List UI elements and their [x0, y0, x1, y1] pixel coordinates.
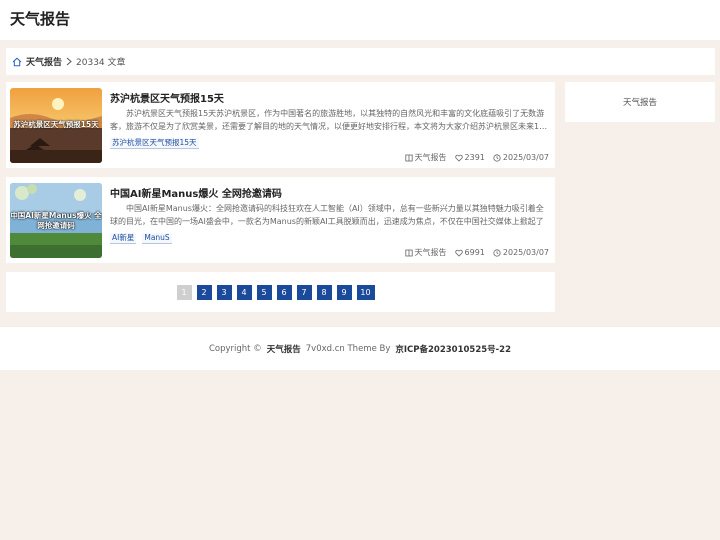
post-title[interactable]: 中国AI新星Manus爆火 全网抢邀请码: [110, 185, 282, 200]
site-header: 天气报告: [0, 0, 720, 40]
page-7[interactable]: 7: [296, 284, 312, 300]
post-excerpt: 中国AI新星Manus爆火：全网抢邀请码的科技狂欢在人工智能（AI）领域中，总有…: [110, 204, 544, 226]
post-likes: 2391: [454, 153, 485, 162]
footer-theme-credit[interactable]: 7v0xd.cn Theme By: [306, 344, 391, 354]
likes-count: 2391: [464, 153, 485, 162]
breadcrumb-home-link[interactable]: 天气报告: [26, 55, 62, 68]
likes-count: 6991: [464, 248, 485, 257]
sidebar-widget: 天气报告: [565, 82, 715, 122]
thumbnail-caption: 苏沪杭景区天气预报15天: [13, 120, 99, 129]
post-thumbnail[interactable]: 苏沪杭景区天气预报15天: [10, 88, 102, 163]
chevron-right-icon: [66, 57, 72, 66]
page-1: 1: [176, 284, 192, 300]
thumbnail-caption: 中国AI新星Manus爆火 全网抢邀请码: [10, 211, 102, 230]
home-icon[interactable]: [12, 57, 22, 67]
clock-icon: [493, 248, 501, 257]
page-3[interactable]: 3: [216, 284, 232, 300]
post-likes: 6991: [454, 248, 485, 257]
breadcrumb: 天气报告 20334 文章: [6, 48, 715, 75]
tag-link[interactable]: 苏沪杭景区天气预报15天: [110, 138, 199, 149]
post-title[interactable]: 苏沪杭景区天气预报15天: [110, 90, 224, 105]
category-icon: [404, 249, 413, 256]
post-meta: 天气报告 2391 2025/03/07: [404, 152, 549, 163]
site-footer: Copyright © 天气报告 7v0xd.cn Theme By 京ICP备…: [0, 327, 720, 370]
post-tags: 苏沪杭景区天气预报15天: [110, 138, 199, 149]
tag-link[interactable]: AI新星: [110, 233, 137, 244]
category-label: 天气报告: [414, 248, 447, 257]
post-card: 苏沪杭景区天气预报15天 苏沪杭景区天气预报15天 苏沪杭景区天气预报15天苏沪…: [6, 82, 555, 168]
page-6[interactable]: 6: [276, 284, 292, 300]
post-meta: 天气报告 6991 2025/03/07: [404, 247, 549, 258]
post-date: 2025/03/07: [493, 248, 549, 257]
page-4[interactable]: 4: [236, 284, 252, 300]
article-count: 20334 文章: [76, 58, 126, 68]
post-thumbnail[interactable]: 中国AI新星Manus爆火 全网抢邀请码: [10, 183, 102, 258]
post-tags: AI新星 ManuS: [110, 233, 172, 244]
post-category[interactable]: 天气报告: [404, 247, 447, 258]
post-category[interactable]: 天气报告: [404, 152, 447, 163]
footer-site-link[interactable]: 天气报告: [267, 343, 301, 355]
category-icon: [404, 154, 413, 161]
sidebar-title: 天气报告: [622, 98, 657, 108]
date-text: 2025/03/07: [502, 153, 549, 162]
clock-icon: [493, 153, 501, 162]
page-9[interactable]: 9: [336, 284, 352, 300]
heart-icon: [454, 154, 463, 162]
heart-icon: [454, 249, 463, 257]
page-10[interactable]: 10: [356, 284, 375, 300]
pagination: 1 2 3 4 5 6 7 8 9 10: [6, 272, 555, 312]
post-date: 2025/03/07: [493, 153, 549, 162]
date-text: 2025/03/07: [502, 248, 549, 257]
category-label: 天气报告: [414, 153, 447, 162]
page-5[interactable]: 5: [256, 284, 272, 300]
page-8[interactable]: 8: [316, 284, 332, 300]
footer-icp-link[interactable]: 京ICP备2023010525号-22: [395, 343, 511, 355]
post-card: 中国AI新星Manus爆火 全网抢邀请码 中国AI新星Manus爆火 全网抢邀请…: [6, 177, 555, 263]
footer-copyright: Copyright ©: [208, 343, 262, 354]
post-excerpt: 苏沪杭景区天气预报15天苏沪杭景区，作为中国著名的旅游胜地，以其独特的自然风光和…: [110, 109, 548, 131]
page-2[interactable]: 2: [196, 284, 212, 300]
tag-link[interactable]: ManuS: [142, 233, 172, 244]
site-title[interactable]: 天气报告: [10, 9, 70, 29]
